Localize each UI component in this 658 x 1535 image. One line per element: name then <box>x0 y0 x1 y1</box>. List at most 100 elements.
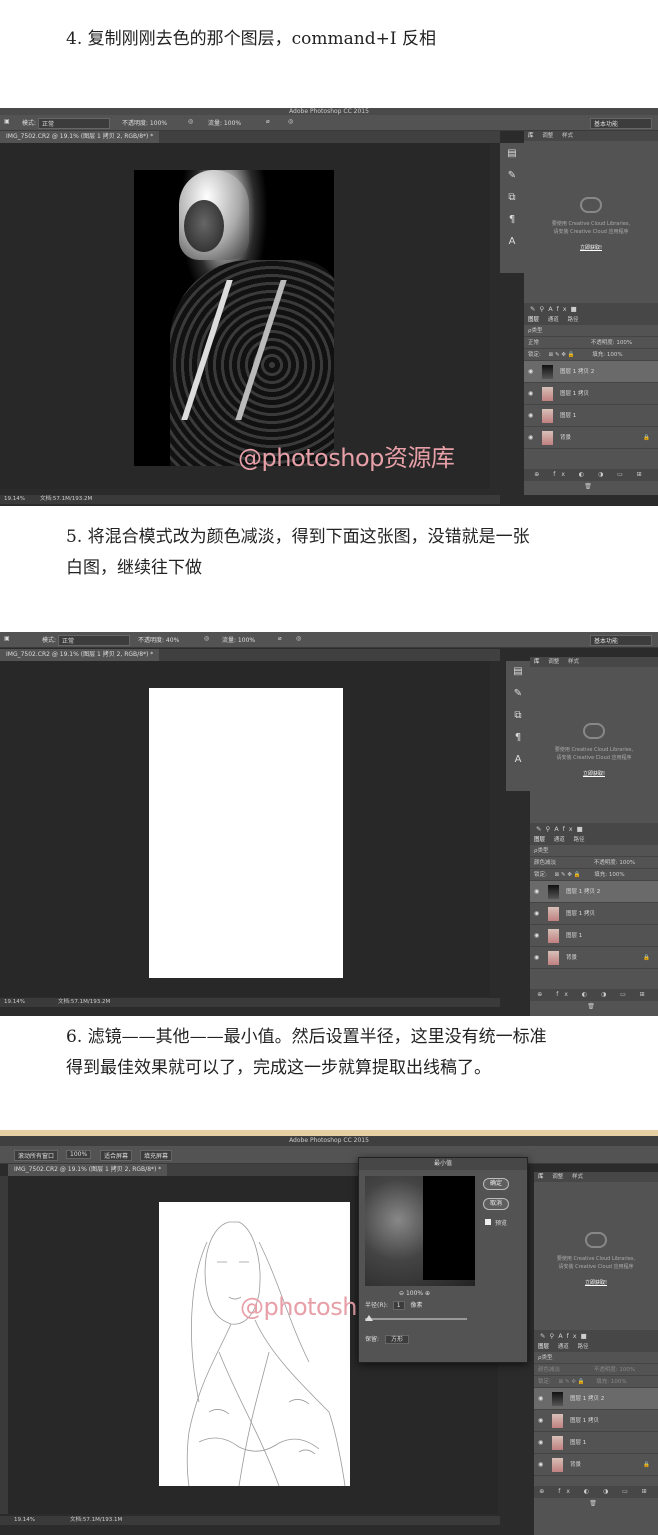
visibility-eye-icon[interactable]: ◉ <box>534 881 539 903</box>
workspace-select[interactable]: 基本功能 <box>590 118 652 129</box>
layer-row[interactable]: ◉ 图层 1 拷贝 <box>534 1410 658 1432</box>
brush-tool-icon[interactable]: ▣ <box>4 635 10 642</box>
get-now-link[interactable]: 立即获取! <box>534 1279 658 1287</box>
visibility-eye-icon[interactable]: ◉ <box>528 405 533 427</box>
cancel-button[interactable]: 取消 <box>483 1198 509 1210</box>
tab-paths[interactable]: 路径 <box>568 317 579 323</box>
layer-opacity-field[interactable]: 不透明度: 100% <box>594 1367 635 1373</box>
stamp-icon[interactable]: ⚲ <box>539 305 548 313</box>
stamp-icon[interactable]: ⚲ <box>545 825 554 833</box>
character-icon[interactable]: A <box>506 749 530 771</box>
workspace-select[interactable]: 基本功能 <box>590 635 652 646</box>
tab-styles[interactable]: 样式 <box>562 133 573 139</box>
tab-paths[interactable]: 路径 <box>574 837 585 843</box>
status-zoom[interactable]: 19.14% <box>4 495 25 504</box>
pressure-opacity-icon[interactable]: ◎ <box>204 635 209 642</box>
layer-kind-filter[interactable]: ρ类型 <box>534 1352 658 1364</box>
tab-library[interactable]: 库 <box>538 1174 544 1180</box>
paragraph-icon[interactable]: ¶ <box>506 727 530 749</box>
fill-field[interactable]: 填充: 100% <box>594 872 624 878</box>
tab-adjustments[interactable]: 调整 <box>552 1174 563 1180</box>
lock-icons[interactable]: ⊠ ✎ ✥ 🔒 <box>559 1379 585 1385</box>
airbrush-icon[interactable]: ⌀ <box>278 635 282 642</box>
brush-tool-icon[interactable]: ▣ <box>4 118 10 125</box>
visibility-eye-icon[interactable]: ◉ <box>534 903 539 925</box>
layers-footer-icons[interactable]: ⊕ fx ◐ ◑ ▭ ⊞ 🗑 <box>524 469 658 490</box>
visibility-eye-icon[interactable]: ◉ <box>534 947 539 969</box>
get-now-link[interactable]: 立即获取! <box>524 244 658 252</box>
swatch-icon[interactable]: ■ <box>581 1332 591 1340</box>
layers-footer-icons[interactable]: ⊕ fx ◐ ◑ ▭ ⊞ 🗑 <box>530 989 658 1010</box>
mode-select[interactable]: 正常 <box>38 118 110 129</box>
pressure-size-icon[interactable]: ◎ <box>288 118 293 125</box>
filter-preview[interactable] <box>365 1176 475 1286</box>
scroll-all-windows-checkbox[interactable]: 滚动所有窗口 <box>14 1150 59 1161</box>
visibility-eye-icon[interactable]: ◉ <box>538 1432 543 1454</box>
lock-icons[interactable]: ⊠ ✎ ✥ 🔒 <box>555 872 581 878</box>
visibility-eye-icon[interactable]: ◉ <box>538 1454 543 1476</box>
tab-library[interactable]: 库 <box>528 133 534 139</box>
fit-screen-button[interactable]: 适合屏幕 <box>100 1150 133 1161</box>
layer-kind-filter[interactable]: ρ类型 <box>524 325 658 337</box>
tab-library[interactable]: 库 <box>534 659 540 665</box>
layer-row[interactable]: ◉ 图层 1 <box>530 925 658 947</box>
visibility-eye-icon[interactable]: ◉ <box>528 383 533 405</box>
blend-mode-select[interactable]: 颜色减淡 <box>534 860 556 866</box>
airbrush-icon[interactable]: ⌀ <box>266 118 270 125</box>
brush-settings-icon[interactable]: ✎ <box>506 683 530 705</box>
layer-row[interactable]: ◉ 图层 1 <box>534 1432 658 1454</box>
slider-handle[interactable] <box>365 1315 373 1321</box>
opacity-field[interactable]: 不透明度: 100% <box>122 118 167 127</box>
tab-layers[interactable]: 图层 <box>534 837 545 843</box>
tools-panel-edge[interactable] <box>0 1176 8 1514</box>
tab-layers[interactable]: 图层 <box>538 1344 549 1350</box>
visibility-eye-icon[interactable]: ◉ <box>538 1410 543 1432</box>
swatch-icon[interactable]: ■ <box>571 305 581 313</box>
fx-icon[interactable]: fx <box>566 1332 580 1340</box>
blend-mode-select[interactable]: 颜色减淡 <box>538 1367 560 1373</box>
pressure-size-icon[interactable]: ◎ <box>296 635 301 642</box>
zoom-100-button[interactable]: 100% <box>66 1150 92 1159</box>
fill-screen-button[interactable]: 填充屏幕 <box>140 1150 173 1161</box>
visibility-eye-icon[interactable]: ◉ <box>538 1388 543 1410</box>
canvas-area[interactable] <box>0 661 490 997</box>
clone-source-icon[interactable]: ⧉ <box>506 705 530 727</box>
layer-opacity-field[interactable]: 不透明度: 100% <box>591 340 632 346</box>
fill-field[interactable]: 填充: 100% <box>592 352 622 358</box>
preview-zoom[interactable]: ⊖ 100% ⊕ <box>399 1290 430 1297</box>
lock-icons[interactable]: ⊠ ✎ ✥ 🔒 <box>549 352 575 358</box>
document-tab[interactable]: IMG_7502.CR2 @ 19.1% (图层 1 拷贝 2, RGB/8*)… <box>0 131 160 143</box>
layer-kind-filter[interactable]: ρ类型 <box>530 845 658 857</box>
layer-row[interactable]: ◉ 背景 🔒 <box>524 427 658 449</box>
visibility-eye-icon[interactable]: ◉ <box>534 925 539 947</box>
flow-field[interactable]: 流量: 100% <box>222 635 255 644</box>
tab-channels[interactable]: 通道 <box>554 837 565 843</box>
status-zoom[interactable]: 19.14% <box>4 998 25 1007</box>
tab-layers[interactable]: 图层 <box>528 317 539 323</box>
tab-channels[interactable]: 通道 <box>558 1344 569 1350</box>
paragraph-icon[interactable]: ¶ <box>500 209 524 231</box>
brush-settings-icon[interactable]: ✎ <box>500 165 524 187</box>
history-icon[interactable]: ▤ <box>500 143 524 165</box>
clone-source-icon[interactable]: ⧉ <box>500 187 524 209</box>
stamp-icon[interactable]: ⚲ <box>549 1332 558 1340</box>
visibility-eye-icon[interactable]: ◉ <box>528 361 533 383</box>
preserve-select[interactable]: 方形 <box>384 1335 409 1344</box>
layer-opacity-field[interactable]: 不透明度: 100% <box>594 860 635 866</box>
fx-icon[interactable]: fx <box>562 825 576 833</box>
history-icon[interactable]: ▤ <box>506 661 530 683</box>
layer-row[interactable]: ◉ 图层 1 <box>524 405 658 427</box>
layer-row[interactable]: ◉ 背景 🔒 <box>534 1454 658 1476</box>
get-now-link[interactable]: 立即获取! <box>530 770 658 778</box>
radius-slider[interactable] <box>365 1315 467 1321</box>
pressure-opacity-icon[interactable]: ◎ <box>188 118 193 125</box>
layer-row[interactable]: ◉ 图层 1 拷贝 <box>530 903 658 925</box>
blend-mode-select[interactable]: 正常 <box>528 340 539 346</box>
swatch-icon[interactable]: ■ <box>577 825 587 833</box>
layer-row[interactable]: ◉ 图层 1 拷贝 <box>524 383 658 405</box>
fill-field[interactable]: 填充: 100% <box>596 1379 626 1385</box>
preview-checkbox[interactable]: 预览 <box>485 1218 507 1227</box>
tab-paths[interactable]: 路径 <box>578 1344 589 1350</box>
opacity-field[interactable]: 不透明度: 40% <box>138 635 179 644</box>
visibility-eye-icon[interactable]: ◉ <box>528 427 533 449</box>
